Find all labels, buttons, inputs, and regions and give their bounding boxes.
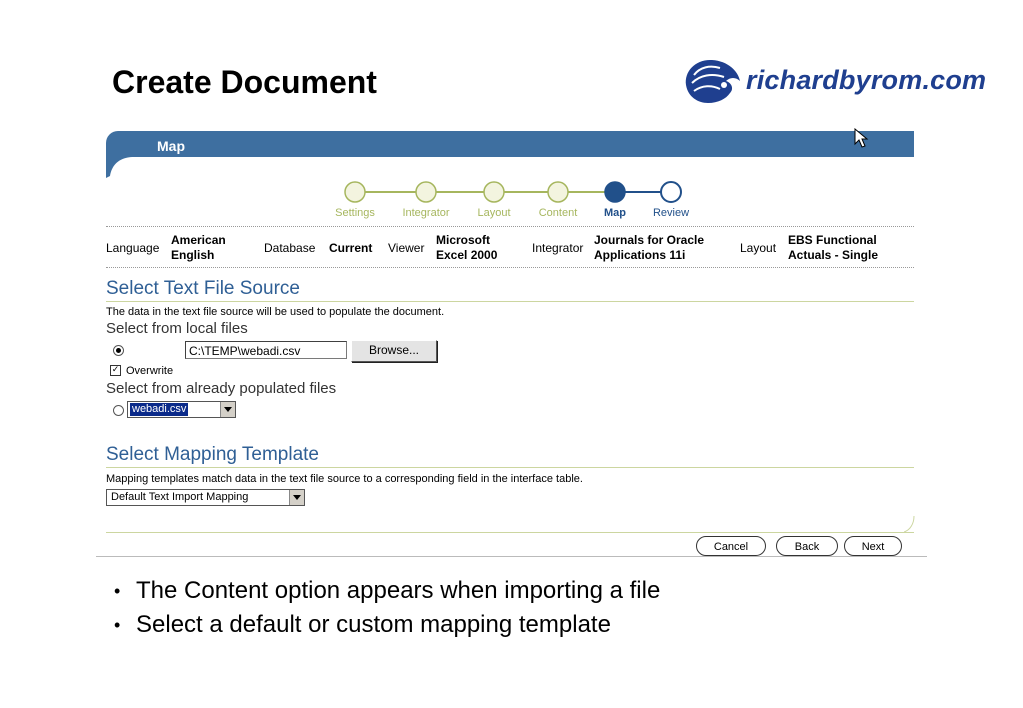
layout-value-line1: EBS Functional [788, 233, 877, 247]
text-source-rule [106, 301, 914, 302]
back-button[interactable]: Back [776, 536, 838, 556]
step-settings[interactable]: Settings [335, 207, 375, 219]
mapping-description: Mapping templates match data in the text… [106, 473, 583, 485]
browse-button[interactable]: Browse... [351, 340, 437, 362]
next-button[interactable]: Next [844, 536, 902, 556]
overwrite-checkbox[interactable]: ✓ [110, 365, 121, 376]
populated-files-selected: webadi.csv [128, 402, 190, 417]
bullet-text: The Content option appears when importin… [136, 577, 661, 604]
map-title: Map [157, 138, 185, 154]
footer-rule [106, 532, 914, 533]
step-content[interactable]: Content [539, 207, 578, 219]
local-files-radio[interactable] [113, 345, 124, 356]
mapping-rule [106, 467, 914, 468]
slide-bullets: • The Content option appears when importi… [114, 574, 660, 642]
slide-title: Create Document [112, 64, 377, 100]
integrator-value-line2: Applications 11i [594, 248, 686, 262]
populated-files-select[interactable]: webadi.csv [127, 401, 236, 418]
bullet-item: • The Content option appears when importi… [114, 577, 661, 604]
step-train: Settings Integrator Layout Content Map R… [328, 181, 698, 221]
lion-head-icon [685, 59, 740, 103]
database-value: Current [329, 241, 373, 255]
language-value-line1: American [171, 233, 226, 247]
layout-label: Layout [740, 241, 777, 255]
step-review[interactable]: Review [653, 207, 689, 219]
footer-curve [904, 516, 915, 532]
step-layout[interactable]: Layout [477, 207, 510, 219]
viewer-value-line1: Microsoft [436, 233, 490, 247]
mapping-heading: Select Mapping Template [106, 444, 319, 465]
integrator-label: Integrator [532, 241, 584, 255]
database-label: Database [264, 241, 316, 255]
map-header-bar: Map [106, 131, 914, 157]
integrator-value-line1: Journals for Oracle [594, 233, 705, 247]
layout-value-line2: Actuals - Single [788, 248, 879, 262]
language-label: Language [106, 241, 160, 255]
viewer-value-line2: Excel 2000 [436, 248, 498, 262]
mapping-template-select[interactable]: Default Text Import Mapping [106, 489, 305, 506]
context-divider-top [106, 226, 914, 227]
step-map: Map [604, 207, 626, 219]
header-curve [106, 150, 134, 178]
text-source-heading: Select Text File Source [106, 278, 300, 299]
file-path-input[interactable]: C:\TEMP\webadi.csv [185, 341, 347, 359]
text-source-description: The data in the text file source will be… [106, 306, 445, 318]
populated-files-radio[interactable] [113, 405, 124, 416]
context-divider-bottom [106, 267, 914, 268]
step-integrator[interactable]: Integrator [402, 207, 449, 219]
context-info: Language American English Database Curre… [96, 233, 927, 263]
bullet-item: • Select a default or custom mapping temp… [114, 611, 611, 638]
app-base-rule [96, 556, 927, 557]
richardbyrom-logo: richardbyrom.com [680, 55, 1015, 110]
viewer-label: Viewer [388, 241, 425, 255]
language-value-line2: English [171, 248, 215, 262]
overwrite-label: Overwrite [126, 365, 174, 377]
logo-text: richardbyrom.com [746, 65, 987, 95]
cancel-button[interactable]: Cancel [696, 536, 766, 556]
local-files-label: Select from local files [106, 320, 248, 337]
populated-files-label: Select from already populated files [106, 380, 337, 397]
train-track [344, 181, 682, 203]
dropdown-arrow-icon[interactable] [289, 490, 304, 505]
mapping-template-selected: Default Text Import Mapping [111, 491, 249, 503]
oracle-webadi-window: Map Settings Integrator Layout Content M… [96, 128, 927, 558]
bullet-text: Select a default or custom mapping templ… [136, 611, 611, 638]
dropdown-arrow-icon[interactable] [220, 402, 235, 417]
mouse-cursor-icon [854, 128, 869, 148]
